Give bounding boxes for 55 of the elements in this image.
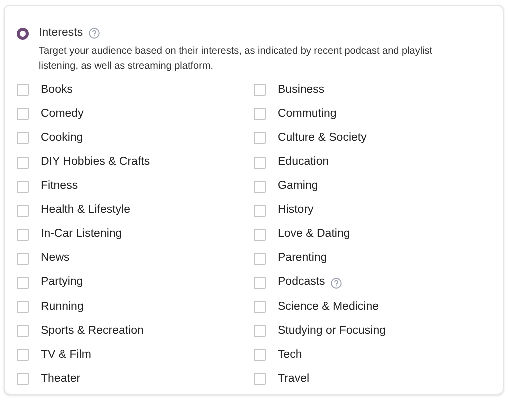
checkbox[interactable] bbox=[17, 228, 29, 241]
checkbox-label: Running bbox=[41, 300, 84, 315]
checkbox[interactable] bbox=[254, 373, 266, 386]
checkbox-label: Culture & Society bbox=[278, 130, 367, 146]
checkbox[interactable] bbox=[17, 301, 29, 314]
checkbox[interactable] bbox=[254, 252, 266, 265]
checkbox[interactable] bbox=[17, 373, 29, 386]
checkbox[interactable] bbox=[254, 204, 266, 217]
checkbox-label: Gaming bbox=[278, 179, 318, 194]
checkbox[interactable] bbox=[17, 349, 29, 362]
checkbox[interactable] bbox=[17, 252, 29, 265]
checkbox[interactable] bbox=[254, 228, 266, 241]
checkbox-label: Science & Medicine bbox=[278, 300, 379, 315]
checkbox-label: TV & Film bbox=[41, 348, 92, 363]
checkbox-label: Commuting bbox=[278, 106, 337, 122]
checkbox-label: News bbox=[41, 251, 70, 266]
checkbox[interactable] bbox=[17, 204, 29, 217]
radio-button[interactable] bbox=[17, 28, 29, 40]
checkbox[interactable] bbox=[254, 301, 266, 314]
checkbox-label: Love & Dating bbox=[278, 227, 350, 242]
checkbox[interactable] bbox=[254, 277, 266, 290]
checkbox[interactable] bbox=[17, 156, 29, 169]
checkbox-label: Cooking bbox=[41, 130, 84, 146]
checkbox-label: Theater bbox=[41, 372, 81, 387]
checkbox-label: Education bbox=[278, 154, 330, 170]
checkbox[interactable] bbox=[17, 132, 29, 144]
checkbox[interactable] bbox=[254, 84, 266, 96]
checkbox[interactable] bbox=[254, 108, 266, 120]
checkbox[interactable] bbox=[17, 84, 29, 96]
checkbox[interactable] bbox=[254, 325, 266, 338]
checkbox[interactable] bbox=[17, 180, 29, 193]
checkbox[interactable] bbox=[17, 108, 29, 120]
checkbox-label: DIY Hobbies & Crafts bbox=[41, 154, 150, 170]
checkbox-label: Sports & Recreation bbox=[41, 324, 144, 339]
checkbox-label: Podcasts bbox=[278, 275, 326, 290]
checkbox[interactable] bbox=[254, 349, 266, 362]
checkbox-label: Studying or Focusing bbox=[278, 324, 386, 339]
option-description: Target your audience based on their interests, as indicated by recent podcast and playlist listening, as well as streaming platform. bbox=[39, 45, 434, 74]
checkbox-label: Tech bbox=[278, 348, 302, 363]
checkbox-label: History bbox=[278, 203, 314, 218]
checkbox-label: Parenting bbox=[278, 251, 328, 266]
checkbox-label: Fitness bbox=[41, 179, 78, 194]
option-label: Interests bbox=[39, 26, 84, 41]
checkbox-label: Business bbox=[278, 82, 325, 98]
checkbox-label: Partying bbox=[41, 275, 84, 290]
checkbox[interactable] bbox=[17, 325, 29, 338]
checkbox-label: Health & Lifestyle bbox=[41, 203, 130, 218]
checkbox[interactable] bbox=[254, 180, 266, 193]
checkbox[interactable] bbox=[254, 156, 266, 169]
checkbox[interactable] bbox=[17, 277, 29, 290]
checkbox-label: In-Car Listening bbox=[41, 227, 122, 242]
checkbox-label: Comedy bbox=[41, 106, 84, 122]
checkbox-label: Books bbox=[41, 82, 73, 98]
checkbox-label: Travel bbox=[278, 372, 310, 387]
checkbox[interactable] bbox=[254, 132, 266, 144]
